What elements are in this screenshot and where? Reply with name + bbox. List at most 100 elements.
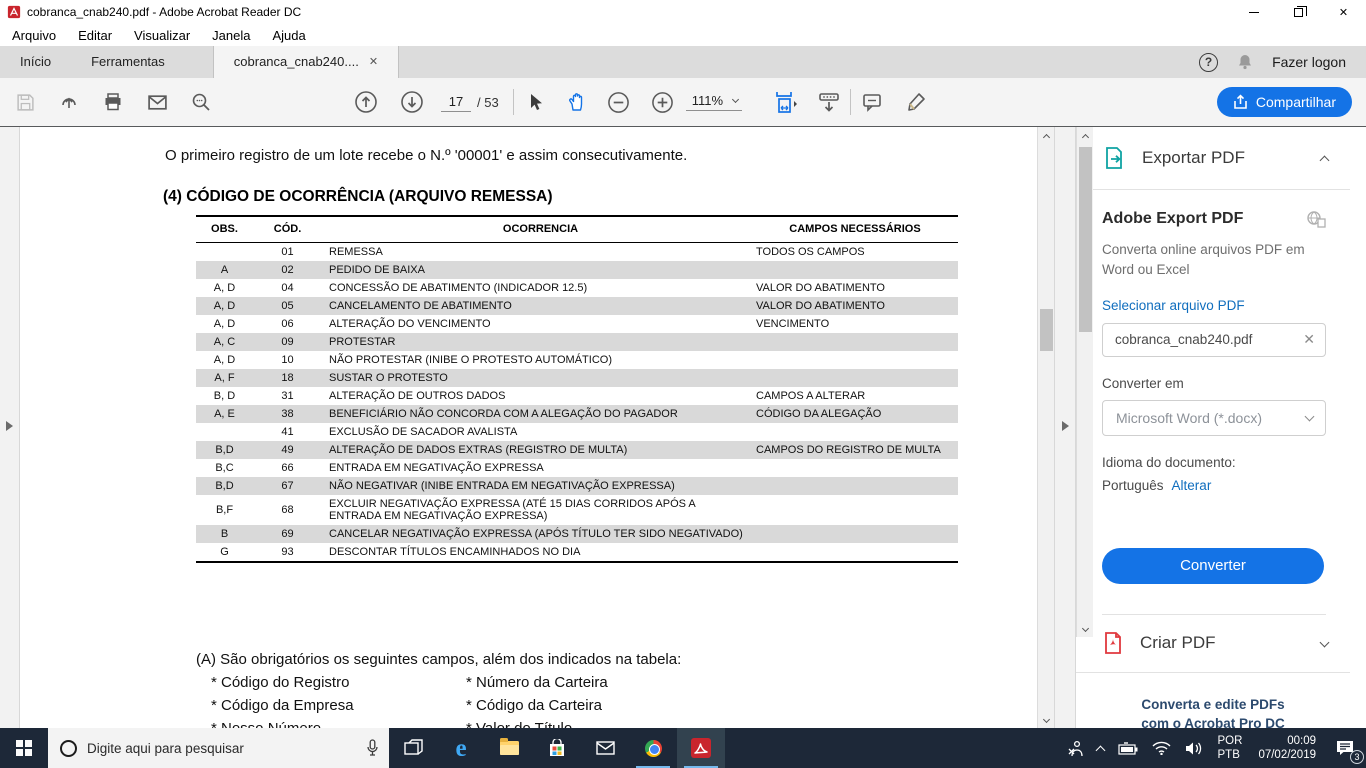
document-scrollbar[interactable]	[1037, 127, 1054, 728]
intro-paragraph: O primeiro registro de um lote recebe o …	[165, 147, 688, 164]
table-row: B,D 67 NÃO NEGATIVAR (INIBE ENTRADA EM NEG…	[196, 476, 958, 495]
selected-file-name: cobranca_cnab240.pdf	[1115, 332, 1253, 347]
task-view-icon	[403, 738, 423, 755]
clear-file-icon[interactable]: ✕	[1303, 331, 1315, 348]
people-icon[interactable]	[1059, 728, 1090, 768]
page-number-input[interactable]	[441, 92, 471, 112]
mail-button[interactable]	[581, 728, 629, 768]
format-dropdown[interactable]: Microsoft Word (*.docx)	[1102, 399, 1326, 436]
acrobat-taskbar-button[interactable]	[677, 728, 725, 768]
page-up-icon	[355, 91, 377, 113]
menu-janela[interactable]: Janela	[212, 28, 250, 43]
file-explorer-icon	[499, 738, 519, 755]
chrome-button[interactable]	[629, 728, 677, 768]
right-panel-strip	[1054, 127, 1075, 728]
close-button[interactable]: ✕	[1321, 0, 1366, 24]
table-row: B,C 66 ENTRADA EM NEGATIVAÇÃO EXPRESSA	[215, 461, 544, 474]
acrobat-icon	[691, 738, 711, 758]
sidebar-scroll-thumb[interactable]	[1079, 147, 1092, 332]
col-header-ocorrencia: OCORRENCIA	[322, 215, 752, 243]
document-area: O primeiro registro de um lote recebe o …	[0, 127, 1075, 728]
menu-editar[interactable]: Editar	[78, 28, 112, 43]
occurrence-table-body: 01 REMESSA TODOS OS CAMPOS A 02 PEDIDO DE BAI…	[196, 242, 958, 562]
help-icon[interactable]: ?	[1199, 52, 1219, 72]
time-value: 00:09	[1287, 735, 1316, 747]
fit-width-button[interactable]	[766, 85, 806, 119]
zoom-out-button[interactable]	[604, 85, 634, 119]
menu-arquivo[interactable]: Arquivo	[12, 28, 56, 43]
document-scroll-thumb[interactable]	[1040, 309, 1053, 351]
sidebar-scrollbar[interactable]	[1076, 127, 1093, 637]
print-button[interactable]	[98, 85, 128, 119]
tab-document[interactable]: cobranca_cnab240.... ✕	[212, 46, 400, 78]
nav-pane-toggle-icon[interactable]	[6, 421, 13, 431]
comment-button[interactable]	[857, 85, 887, 119]
table-row: A 02 PEDIDO DE BAIXA	[196, 260, 958, 279]
taskbar-search[interactable]: Digite aqui para pesquisar	[48, 728, 389, 768]
export-pdf-header[interactable]: Exportar PDF	[1076, 127, 1350, 190]
edge-button[interactable]: e	[437, 728, 485, 768]
file-explorer-button[interactable]	[485, 728, 533, 768]
search-button[interactable]	[186, 85, 216, 119]
zoom-level-dropdown[interactable]: 111%	[685, 93, 743, 111]
clock[interactable]: 00:09 07/02/2019	[1250, 734, 1324, 762]
scroll-down-icon[interactable]	[1038, 712, 1055, 728]
zoom-level-value: 111%	[691, 93, 724, 108]
scroll-down-icon[interactable]	[1077, 621, 1094, 637]
format-dropdown-value: Microsoft Word (*.docx)	[1116, 409, 1262, 426]
highlight-pen-button[interactable]	[901, 85, 931, 119]
volume-icon[interactable]	[1178, 728, 1210, 768]
restore-button[interactable]	[1276, 0, 1321, 24]
language-change-link[interactable]: Alterar	[1172, 478, 1212, 493]
save-icon	[16, 93, 34, 111]
login-link[interactable]: Fazer logon	[1272, 54, 1346, 70]
upload-cloud-button[interactable]	[54, 85, 84, 119]
microphone-icon[interactable]	[366, 739, 379, 757]
email-button[interactable]	[142, 85, 172, 119]
footnote-item: * Valor do Título	[466, 719, 608, 728]
store-button[interactable]	[533, 728, 581, 768]
convert-button[interactable]: Converter	[1102, 547, 1324, 584]
action-center-button[interactable]: 3	[1324, 728, 1366, 768]
share-button[interactable]: Compartilhar	[1216, 87, 1352, 117]
footnote-item: * Código do Registro	[211, 674, 350, 691]
table-row: B 69 CANCELAR NEGATIVAÇÃO EXPRESSA (APÓS T…	[196, 524, 958, 543]
language-indicator[interactable]: POR PTB	[1210, 734, 1251, 762]
select-tool-button[interactable]	[520, 85, 550, 119]
window-title: cobranca_cnab240.pdf - Adobe Acrobat Rea…	[27, 5, 302, 19]
tab-ferramentas[interactable]: Ferramentas	[71, 46, 185, 78]
panel-toggle-icon[interactable]	[1062, 421, 1069, 431]
battery-icon[interactable]	[1111, 728, 1145, 768]
hand-tool-button[interactable]	[562, 85, 592, 119]
fit-width-icon	[776, 92, 798, 113]
save-button[interactable]	[10, 85, 40, 119]
next-page-button[interactable]	[397, 85, 427, 119]
previous-page-button[interactable]	[351, 85, 381, 119]
zoom-in-button[interactable]	[648, 85, 678, 119]
tray-expand-button[interactable]	[1090, 728, 1111, 768]
comment-icon	[863, 94, 881, 112]
scrolling-mode-button[interactable]	[814, 85, 844, 119]
footnote-item: * Número da Carteira	[466, 674, 608, 691]
create-pdf-header[interactable]: Criar PDF	[1076, 615, 1350, 673]
task-view-button[interactable]	[389, 728, 437, 768]
wifi-icon[interactable]	[1145, 728, 1178, 768]
tab-bar: Início Ferramentas cobranca_cnab240.... …	[0, 46, 1366, 78]
selected-file-box[interactable]: cobranca_cnab240.pdf ✕	[1102, 322, 1326, 357]
scroll-up-icon[interactable]	[1077, 127, 1094, 143]
menu-ajuda[interactable]: Ajuda	[272, 28, 305, 43]
tab-close-icon[interactable]: ✕	[369, 46, 378, 78]
create-pdf-title: Criar PDF	[1140, 633, 1216, 652]
bell-icon[interactable]	[1236, 53, 1254, 71]
table-row: A, C 09 PROTESTAR	[196, 332, 958, 351]
menu-visualizar[interactable]: Visualizar	[134, 28, 190, 43]
minimize-button[interactable]	[1231, 0, 1276, 24]
scroll-up-icon[interactable]	[1038, 127, 1055, 143]
select-pdf-link[interactable]: Selecionar arquivo PDF	[1102, 298, 1326, 313]
footnote-right-column: * Número da Carteira * Código da Carteir…	[466, 673, 608, 728]
store-icon	[550, 738, 564, 756]
start-button[interactable]	[0, 728, 48, 768]
tab-inicio[interactable]: Início	[0, 46, 71, 78]
tools-sidebar: Exportar PDF Adobe Export PDF Converta o…	[1075, 127, 1366, 763]
zoom-out-icon	[608, 91, 630, 113]
